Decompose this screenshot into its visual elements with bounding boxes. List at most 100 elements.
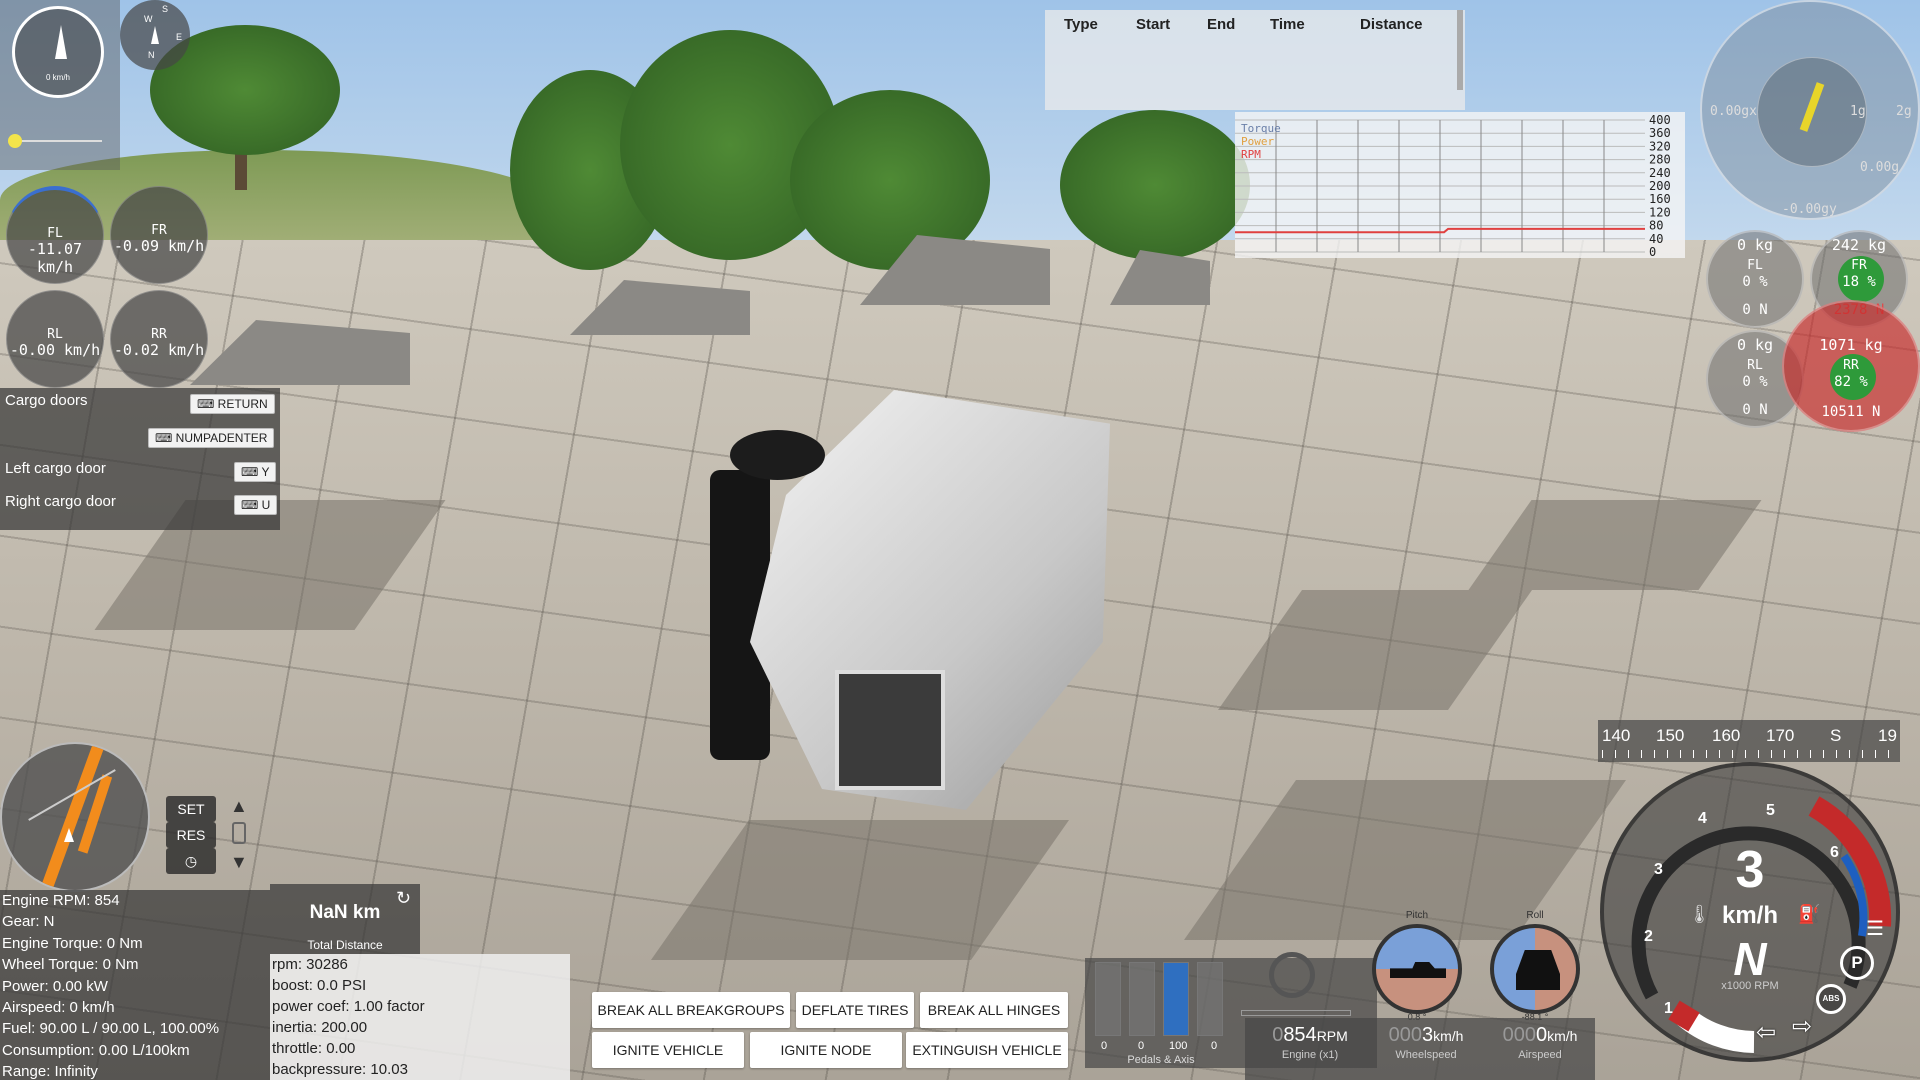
info-line: Fuel: 90.00 L / 90.00 L, 100.00% — [2, 1020, 220, 1038]
cruise-toggle-button[interactable]: ◷ — [166, 848, 216, 874]
deflate-tires-button[interactable]: DEFLATE TIRES — [796, 992, 914, 1028]
column-header: End — [1207, 16, 1236, 33]
crashed-vehicle[interactable] — [690, 350, 1150, 820]
ignite-vehicle-button[interactable]: IGNITE VEHICLE — [592, 1032, 744, 1068]
compass-dial: 0 km/h — [12, 6, 104, 98]
speed-unit: km/h — [1721, 902, 1778, 929]
zoom-slider-track[interactable] — [12, 140, 102, 142]
info-line: Power: 0.00 kW — [2, 977, 108, 995]
compass-letter: S — [162, 4, 169, 14]
key-label: U — [261, 498, 271, 512]
y-tick-label: 40 — [1649, 232, 1663, 246]
y-tick-label: 400 — [1649, 113, 1671, 127]
gforce-ring-1g: 1g — [1850, 104, 1866, 119]
pedal-value: 0 — [1101, 1040, 1108, 1052]
tire-load-kg: 1071 kg — [1819, 336, 1883, 354]
legend-rpm: RPM — [1241, 148, 1261, 161]
pedal-bar — [1163, 962, 1189, 1036]
left-turn-signal-icon: ⇦ — [1756, 1019, 1777, 1046]
wheel-label: RR — [151, 327, 167, 342]
key-label: NUMPADENTER — [175, 431, 268, 445]
left-cargo-key-button[interactable]: ⌨ Y — [234, 462, 277, 482]
readout-value: 3 — [1421, 1024, 1434, 1046]
spare-tire — [730, 430, 825, 480]
legend-power: Power — [1241, 135, 1275, 148]
pedal-value: 0 — [1211, 1040, 1218, 1052]
table-scrollbar[interactable] — [1457, 10, 1463, 90]
engine-debug-panel: rpm: 30286 boost: 0.0 PSI power coef: 1.… — [270, 954, 570, 1080]
zoom-slider-handle[interactable] — [8, 134, 22, 148]
trip-label: Total Distance — [307, 938, 383, 952]
ignite-node-button[interactable]: IGNITE NODE — [750, 1032, 902, 1068]
cruise-speed-display — [232, 822, 246, 844]
y-tick-label: 240 — [1649, 166, 1671, 180]
tire-load-rr: 1071 kg RR 82 % 10511 N — [1782, 300, 1920, 432]
wheelspeed-rr: RR -0.02 km/h — [110, 290, 208, 388]
heading-label: 150 — [1656, 726, 1685, 745]
right-cargo-key-button[interactable]: ⌨ U — [234, 495, 278, 515]
y-tick-label: 120 — [1649, 205, 1671, 219]
break-all-breakgroups-button[interactable]: BREAK ALL BREAKGROUPS — [592, 992, 790, 1028]
info-line: Engine RPM: 854 — [2, 892, 120, 909]
headlight-icon: ☰ — [1866, 918, 1884, 940]
steering-wheel-icon — [1269, 952, 1315, 998]
cruise-set-button[interactable]: SET — [166, 796, 216, 822]
keyboard-icon: ⌨ — [241, 498, 262, 512]
rpm-tick: 4 — [1698, 810, 1707, 827]
y-tick-label: 320 — [1649, 139, 1671, 153]
wheel-label: RL — [47, 327, 63, 342]
abs-icon: ABS — [1816, 984, 1846, 1014]
compass-speed: 0 km/h — [45, 73, 70, 82]
tire-load-percent: 82 % — [1834, 374, 1868, 390]
pedals-panel: 0 0 100 0 Pedals & Axis — [1085, 958, 1237, 1068]
pedal-bar — [1129, 962, 1155, 1036]
info-line: Engine Torque: 0 Nm — [2, 934, 143, 952]
roll-dial — [1490, 924, 1580, 1014]
tire-position: FR — [1851, 258, 1867, 273]
numpadenter-key-button[interactable]: ⌨ NUMPADENTER — [148, 428, 275, 448]
tire-position: RR — [1843, 358, 1859, 373]
compass-letter: N — [148, 50, 155, 60]
roll-label: Roll — [1526, 910, 1544, 921]
compass-needle-icon — [55, 25, 67, 59]
cruise-down-arrow-icon[interactable]: ▼ — [230, 852, 248, 873]
wheel-label: FL — [47, 226, 63, 241]
digital-readouts: 0854RPM Engine (x1) 0003km/h Wheelspeed … — [1245, 1018, 1595, 1080]
column-header: Time — [1270, 16, 1305, 33]
pedal-value: 100 — [1169, 1040, 1188, 1052]
break-all-hinges-button[interactable]: BREAK ALL HINGES — [920, 992, 1068, 1028]
y-tick-label: 360 — [1649, 126, 1671, 140]
right-cargo-door-label: Right cargo door — [5, 493, 116, 510]
wheelspeed-fl: FL -11.07 km/h — [6, 186, 104, 284]
pedal-fill — [1164, 963, 1188, 1035]
info-line: Gear: N — [2, 913, 55, 931]
extinguish-vehicle-button[interactable]: EXTINGUISH VEHICLE — [906, 1032, 1068, 1068]
player-marker-icon — [64, 828, 74, 842]
cargo-doors-title: Cargo doors — [5, 392, 88, 409]
pedal-value: 0 — [1138, 1040, 1145, 1052]
readout-padding: 000 — [1388, 1024, 1422, 1046]
wheelspeed-fr: FR -0.09 km/h — [110, 186, 208, 284]
readout-value: 0 — [1535, 1024, 1548, 1046]
debug-line: throttle: 0.00 — [272, 1040, 356, 1057]
pedal-bar — [1095, 962, 1121, 1036]
tire-load-kg: 242 kg — [1831, 236, 1887, 254]
minimap[interactable] — [0, 742, 150, 892]
y-tick-label: 0 — [1649, 245, 1656, 258]
tire-load-force: 10511 N — [1821, 404, 1881, 420]
readout-label: Engine (x1) — [1281, 1049, 1339, 1061]
pedal-bar — [1197, 962, 1223, 1036]
cruise-res-button[interactable]: RES — [166, 822, 216, 848]
reset-icon[interactable]: ↻ — [396, 888, 411, 909]
navigation-widget: 0 km/h — [0, 0, 120, 170]
cruise-icon: ◷ — [184, 853, 198, 869]
keyboard-icon: ⌨ — [155, 431, 176, 445]
y-tick-label: 160 — [1649, 192, 1671, 206]
compass-letter: E — [176, 32, 183, 42]
info-line: Range: Infinity — [2, 1063, 98, 1080]
info-line: Airspeed: 0 km/h — [2, 999, 115, 1017]
trip-computer: NaN km Total Distance ↻ — [270, 884, 420, 954]
wheel-speed-value: -11.07 km/h — [27, 240, 83, 276]
cruise-up-arrow-icon[interactable]: ▲ — [230, 796, 248, 817]
return-key-button[interactable]: ⌨ RETURN — [190, 394, 275, 414]
